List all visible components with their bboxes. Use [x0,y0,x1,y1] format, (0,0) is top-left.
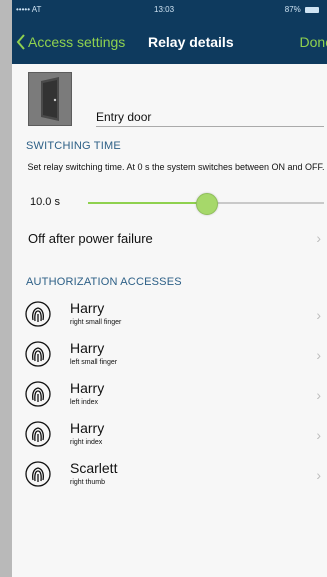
access-list-item[interactable]: Harry right index › [12,417,327,457]
chevron-right-icon: › [316,347,321,363]
access-person-name: Harry [70,340,105,356]
chevron-right-icon: › [316,427,321,443]
switching-time-slider[interactable] [88,193,324,215]
switching-time-header: SWITCHING TIME [26,140,121,152]
battery-icon [305,6,319,13]
authorization-accesses-header: AUTHORIZATION ACCESSES [26,276,182,288]
fingerprint-icon [25,381,51,407]
access-list: Harry right small finger › Harry left small … [12,297,327,497]
carrier-label: ••••• AT [16,5,42,14]
access-list-item[interactable]: Harry right small finger › [12,297,327,337]
slider-fill [88,202,206,204]
off-after-power-failure-label: Off after power failure [28,231,153,246]
access-finger-detail: left small finger [70,359,118,366]
off-after-power-failure-row[interactable]: Off after power failure › [12,224,327,254]
switching-time-hint: Set relay switching time. At 0 s the sys… [27,162,325,172]
access-list-item[interactable]: Harry left index › [12,377,327,417]
access-finger-detail: right small finger [70,319,122,326]
access-person-name: Harry [70,300,105,316]
fingerprint-icon [25,301,51,327]
door-icon [28,72,72,126]
access-person-name: Scarlett [70,460,118,476]
access-finger-detail: left index [70,399,99,406]
access-list-item[interactable]: Scarlett right thumb › [12,457,327,497]
access-finger-detail: right thumb [70,479,106,486]
page-title: Relay details [148,34,234,50]
status-bar: ••••• AT 13:03 87% [12,0,327,20]
chevron-right-icon: › [316,387,321,403]
door-name: Entry door [96,110,152,124]
fingerprint-icon [25,341,51,367]
access-list-item[interactable]: Harry left small finger › [12,337,327,377]
nav-bar: Access settings Relay details Done [12,20,327,64]
back-button[interactable]: Access settings [16,20,125,64]
battery-percent: 87% [284,5,301,14]
phone-screen: ••••• AT 13:03 87% Access settings Relay… [12,0,327,577]
door-name-divider [96,126,324,127]
access-person-name: Harry [70,420,105,436]
access-person-name: Harry [70,380,105,396]
chevron-right-icon: › [316,467,321,483]
fingerprint-icon [25,461,51,487]
back-button-label: Access settings [28,34,126,50]
slider-thumb[interactable] [196,193,218,215]
fingerprint-icon [25,421,51,447]
done-button[interactable]: Done [300,20,327,64]
access-finger-detail: right index [70,439,103,446]
switching-time-value: 10.0 s [30,196,60,208]
battery-indicator: 87% [285,5,319,14]
chevron-right-icon: › [316,307,321,323]
chevron-right-icon: › [316,230,321,246]
clock: 13:03 [154,5,175,14]
chevron-left-icon [16,34,25,50]
